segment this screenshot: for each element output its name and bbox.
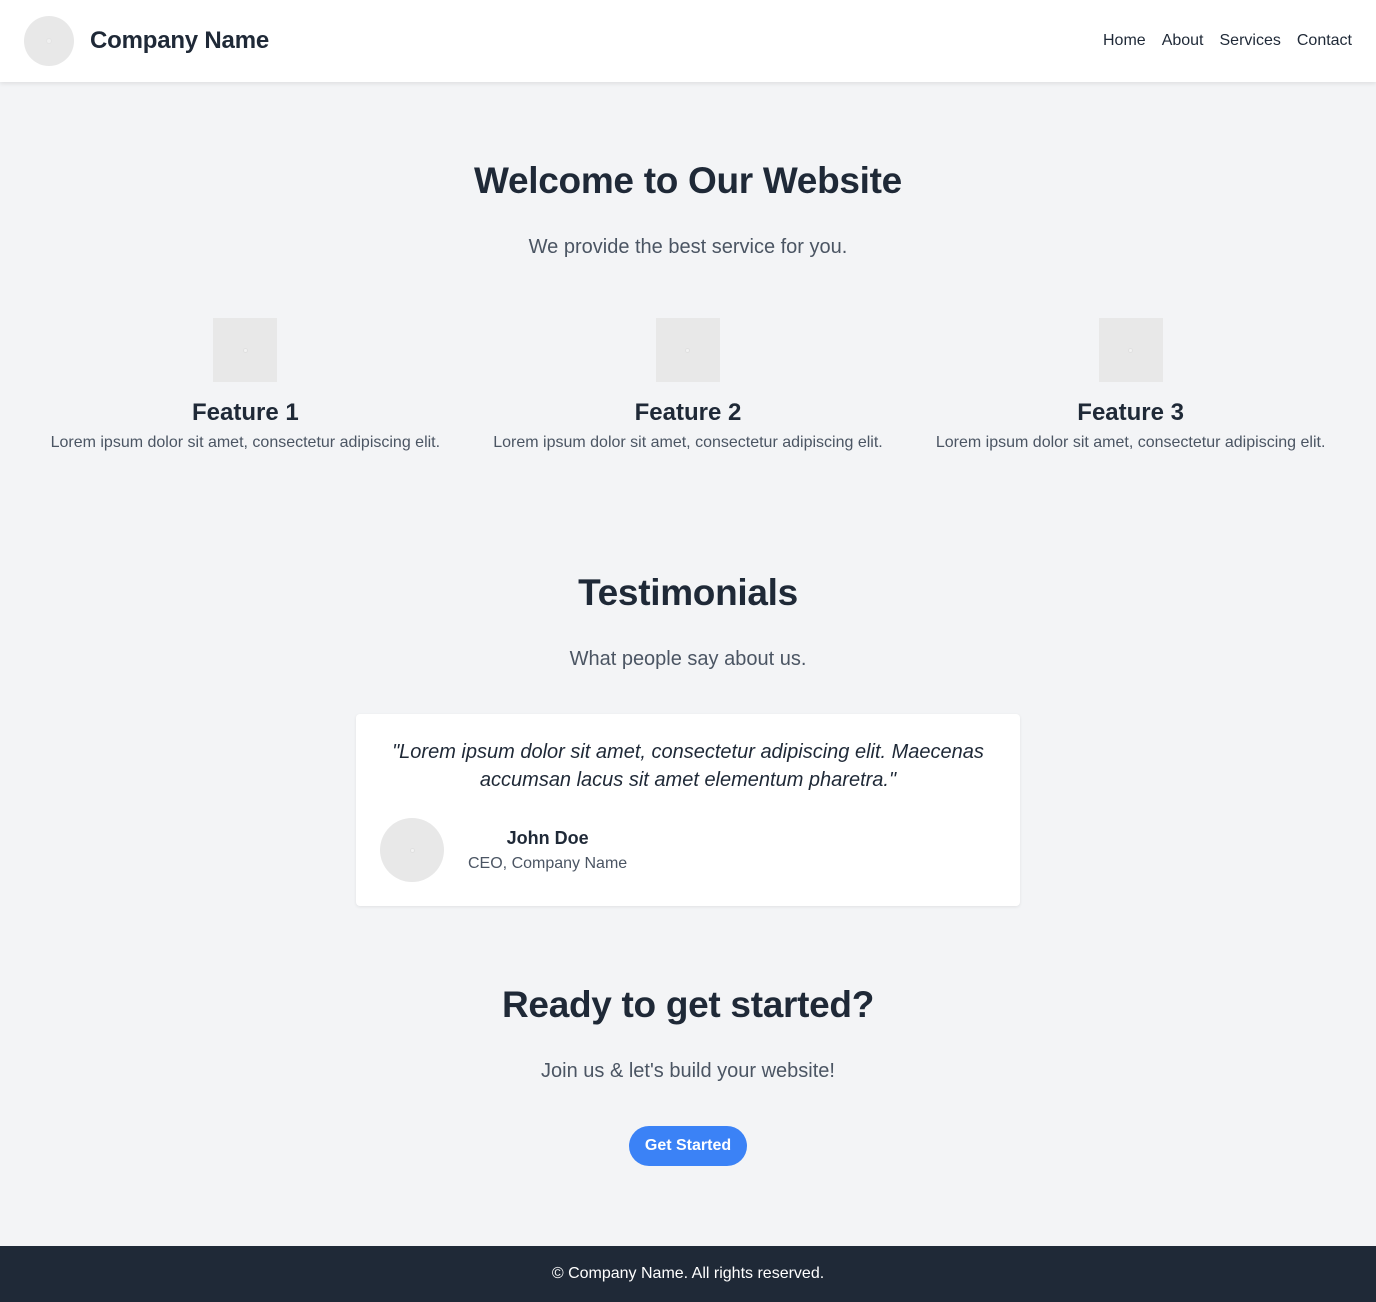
cta-title: Ready to get started? bbox=[502, 984, 874, 1025]
feature-text: Lorem ipsum dolor sit amet, consectetur … bbox=[493, 434, 883, 451]
cta-section: Ready to get started? bbox=[0, 984, 1376, 1026]
site-header: Company Name Home About Services Contact bbox=[0, 0, 1376, 82]
testimonial-quote: "Lorem ipsum dolor sit amet, consectetur… bbox=[392, 741, 984, 791]
hero-subtitle: We provide the best service for you. bbox=[528, 236, 848, 258]
nav-link-about[interactable]: About bbox=[1162, 32, 1204, 50]
feature-title: Feature 1 bbox=[191, 399, 299, 426]
image-placeholder-icon bbox=[242, 347, 248, 353]
feature-image-icon bbox=[213, 318, 278, 382]
testimonials-section: Testimonials bbox=[0, 572, 1376, 614]
testimonials-subtitle: What people say about us. bbox=[569, 648, 807, 670]
nav-link-contact[interactable]: Contact bbox=[1297, 32, 1352, 50]
feature-card: Feature 2 Lorem ipsum dolor sit amet, co… bbox=[467, 318, 910, 455]
nav-link-home[interactable]: Home bbox=[1103, 32, 1146, 50]
hero-section: Welcome to Our Website bbox=[0, 160, 1376, 202]
features-section: Feature 1 Lorem ipsum dolor sit amet, co… bbox=[24, 318, 1352, 455]
get-started-button[interactable]: Get Started bbox=[628, 1126, 748, 1166]
logo-image-icon[interactable] bbox=[24, 16, 74, 66]
testimonial-card: "Lorem ipsum dolor sit amet, consectetur… bbox=[356, 714, 1020, 906]
feature-image-icon bbox=[1098, 318, 1163, 382]
feature-card: Feature 3 Lorem ipsum dolor sit amet, co… bbox=[909, 318, 1352, 455]
cta-subtitle: Join us & let's build your website! bbox=[541, 1060, 835, 1082]
main-nav: Home About Services Contact bbox=[1087, 32, 1352, 50]
feature-title: Feature 3 bbox=[1077, 399, 1184, 426]
author-info: John Doe CEO, Company Name bbox=[468, 828, 627, 873]
feature-image-icon bbox=[655, 318, 720, 382]
nav-link-services[interactable]: Services bbox=[1220, 32, 1281, 50]
image-placeholder-icon bbox=[46, 38, 52, 44]
avatar-placeholder-icon bbox=[409, 847, 415, 853]
brand[interactable]: Company Name bbox=[24, 16, 269, 66]
feature-text: Lorem ipsum dolor sit amet, consectetur … bbox=[935, 434, 1326, 451]
feature-card: Feature 1 Lorem ipsum dolor sit amet, co… bbox=[24, 318, 467, 455]
image-placeholder-icon bbox=[1128, 347, 1134, 353]
author-name: John Doe bbox=[506, 827, 589, 848]
testimonials-title: Testimonials bbox=[578, 572, 798, 613]
hero-title: Welcome to Our Website bbox=[474, 160, 902, 201]
image-placeholder-icon bbox=[685, 347, 691, 353]
footer-copyright: © Company Name. All rights reserved. bbox=[551, 1265, 825, 1282]
feature-text: Lorem ipsum dolor sit amet, consectetur … bbox=[50, 434, 441, 451]
feature-title: Feature 2 bbox=[634, 399, 742, 426]
author-role: CEO, Company Name bbox=[468, 854, 628, 872]
site-footer: © Company Name. All rights reserved. bbox=[0, 1246, 1376, 1302]
testimonial-author: John Doe CEO, Company Name bbox=[380, 818, 996, 882]
brand-name[interactable]: Company Name bbox=[90, 27, 269, 55]
avatar bbox=[380, 818, 444, 882]
